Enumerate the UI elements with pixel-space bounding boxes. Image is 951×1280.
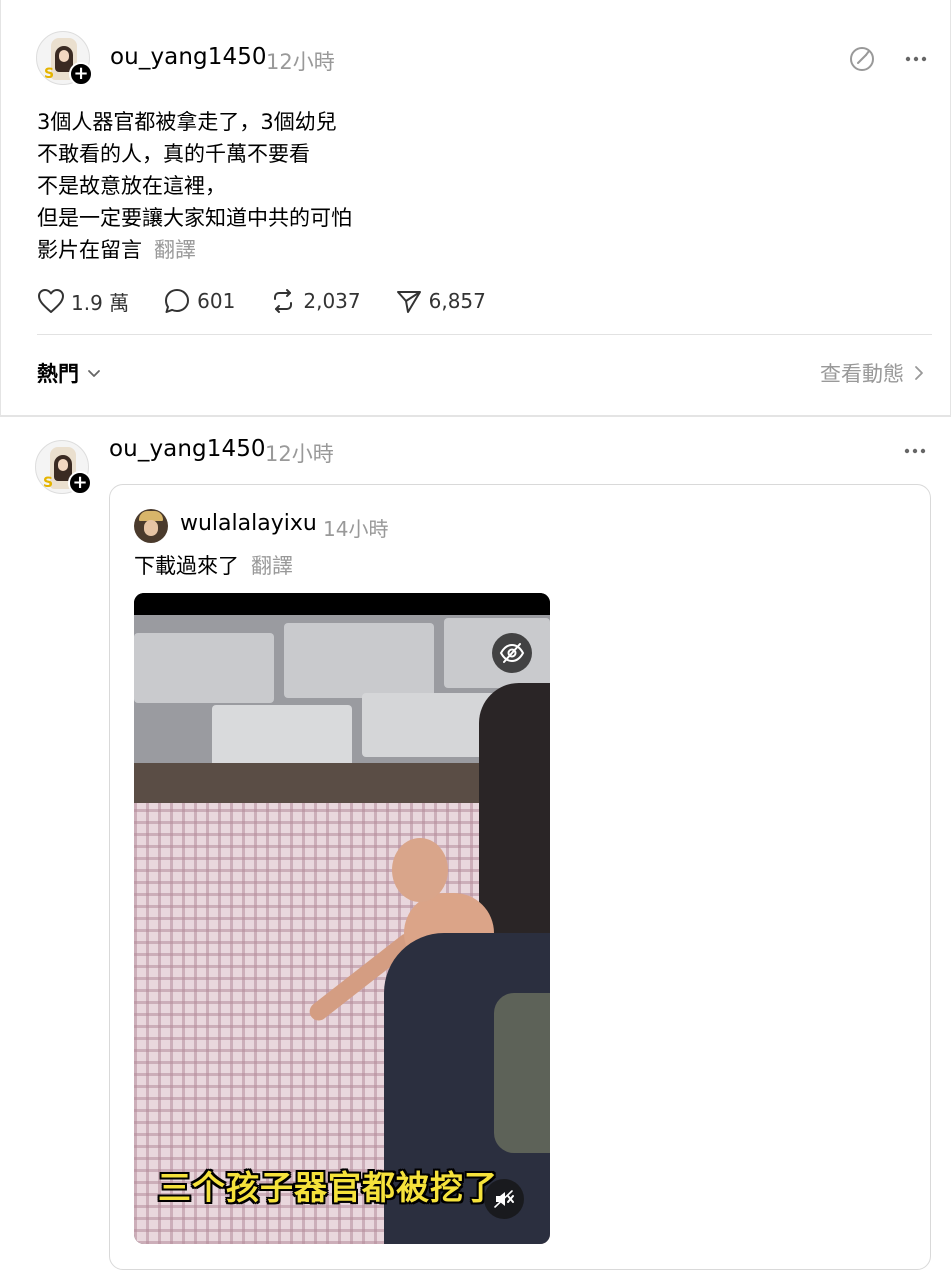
- post-actions: 1.9 萬 601 2,037 6,857: [37, 286, 520, 316]
- divider: [37, 334, 932, 335]
- post-text-line: 3個人器官都被拿走了，3個幼兒: [37, 110, 337, 134]
- avatar-logo: S: [43, 475, 54, 491]
- post-text-line: 不敢看的人，真的千萬不要看: [37, 142, 310, 166]
- main-post-card: S + ou_yang1450 12小時 3個人器官都被拿走了，3個幼兒 不敢看…: [0, 0, 951, 416]
- section-divider: [0, 416, 951, 417]
- like-button[interactable]: 1.9 萬: [37, 287, 129, 316]
- avatar-logo: S: [44, 66, 55, 82]
- follow-plus-icon[interactable]: +: [68, 471, 92, 495]
- comment-count: 601: [197, 289, 236, 313]
- share-button[interactable]: 6,857: [395, 287, 486, 315]
- post-username[interactable]: ou_yang1450: [110, 44, 267, 70]
- repost-button[interactable]: 2,037: [269, 287, 361, 315]
- repost-icon: [274, 289, 293, 313]
- heart-icon: [38, 289, 64, 313]
- chevron-right-icon: [915, 366, 923, 380]
- view-activity-link[interactable]: 查看動態: [820, 358, 928, 388]
- follow-plus-icon[interactable]: +: [69, 62, 93, 86]
- post-timestamp[interactable]: 12小時: [266, 46, 335, 76]
- send-icon: [396, 291, 421, 313]
- post-body: 3個人器官都被拿走了，3個幼兒 不敢看的人，真的千萬不要看 不是故意放在這裡， …: [37, 106, 737, 266]
- reply-timestamp[interactable]: 12小時: [265, 438, 334, 468]
- like-count: 1.9 萬: [71, 290, 130, 315]
- comment-bubble-icon: [165, 289, 190, 313]
- quoted-username[interactable]: wulalalayixu: [180, 511, 317, 536]
- video-player[interactable]: 三个孩子器官都被挖了: [134, 593, 550, 1244]
- more-dots-icon[interactable]: [901, 44, 931, 74]
- speaker-muted-icon[interactable]: [484, 1179, 524, 1219]
- sort-label: 熱門: [37, 362, 79, 386]
- quoted-timestamp[interactable]: 14小時: [323, 513, 388, 542]
- post-text-line: 但是一定要讓大家知道中共的可怕: [37, 206, 352, 230]
- quoted-avatar[interactable]: [134, 509, 168, 543]
- chevron-down-icon: [88, 370, 100, 377]
- share-count: 6,857: [428, 289, 486, 313]
- quoted-text-content: 下載過來了: [134, 554, 239, 578]
- sort-dropdown[interactable]: 熱門: [37, 358, 103, 388]
- translate-link[interactable]: 翻譯: [154, 238, 196, 262]
- video-subtitle: 三个孩子器官都被挖了: [158, 1168, 498, 1207]
- reply-username[interactable]: ou_yang1450: [109, 436, 266, 462]
- post-text-line: 影片在留言: [37, 238, 142, 262]
- edit-icon[interactable]: [847, 44, 877, 74]
- translate-link[interactable]: 翻譯: [251, 554, 293, 578]
- eye-off-icon[interactable]: [492, 633, 532, 673]
- quoted-text: 下載過來了 翻譯: [134, 550, 293, 580]
- activity-label: 查看動態: [820, 362, 904, 386]
- post-text-line: 不是故意放在這裡，: [37, 174, 226, 198]
- comment-button[interactable]: 601: [163, 287, 235, 315]
- repost-count: 2,037: [303, 289, 361, 313]
- more-dots-icon[interactable]: [900, 436, 930, 466]
